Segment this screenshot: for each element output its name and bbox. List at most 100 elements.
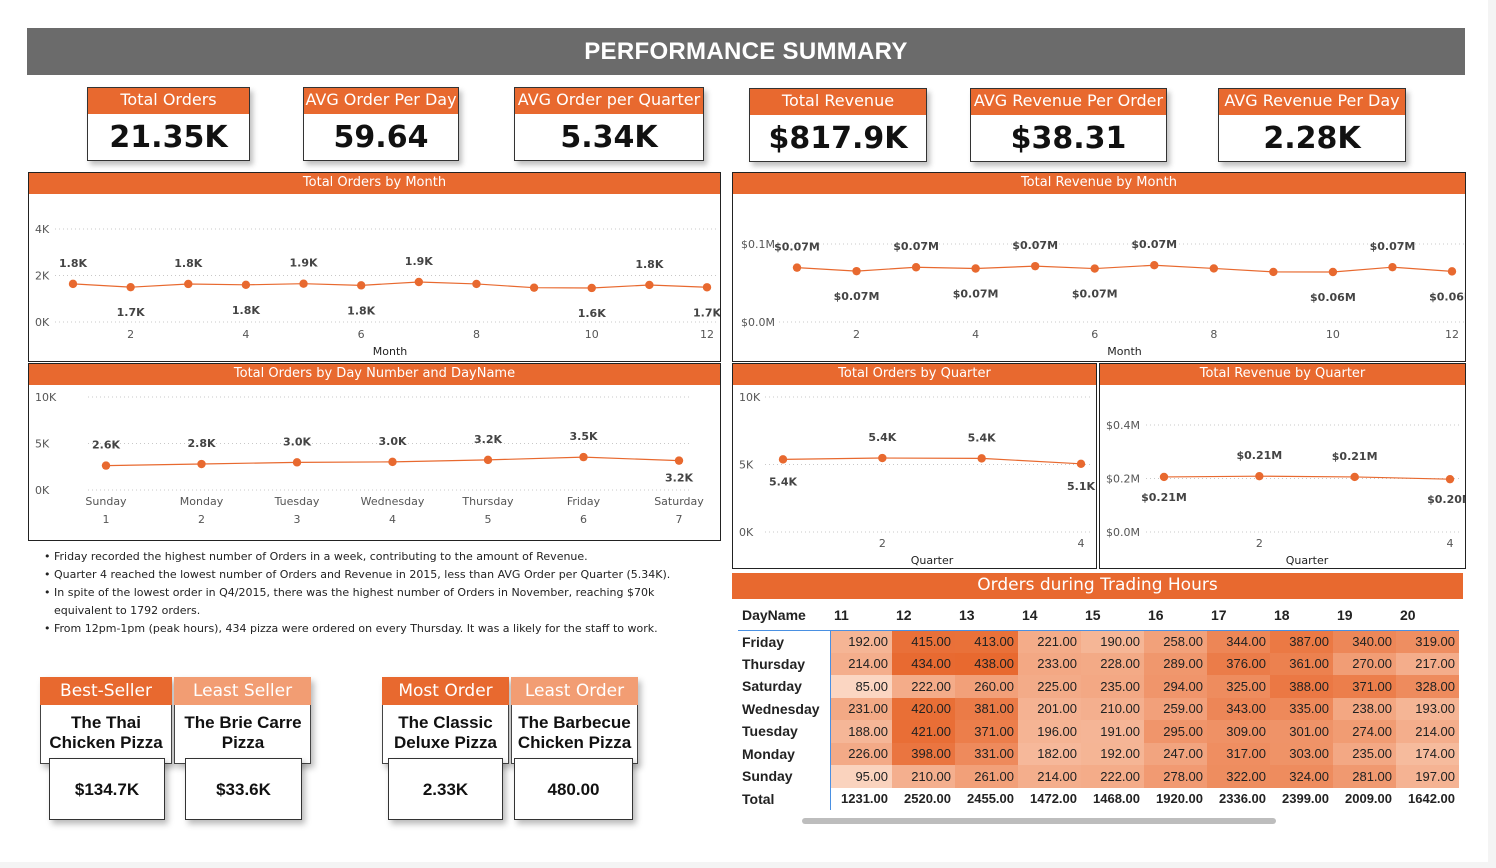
matrix-cell[interactable]: 174.00 — [1396, 742, 1459, 765]
hour-header[interactable]: 13 — [955, 600, 1018, 630]
matrix-cell[interactable]: 371.00 — [1333, 675, 1396, 698]
matrix-cell[interactable]: 415.00 — [892, 629, 955, 653]
matrix-cell[interactable]: 214.00 — [1396, 720, 1459, 743]
matrix-cell[interactable]: 214.00 — [830, 652, 892, 675]
kpi-total-revenue[interactable]: Total Revenue $817.9K — [749, 88, 927, 162]
matrix-cell[interactable]: 340.00 — [1333, 629, 1396, 653]
matrix-cell[interactable]: 294.00 — [1144, 675, 1207, 698]
matrix-cell[interactable]: 231.00 — [830, 697, 892, 720]
chart-orders-by-month[interactable]: Total Orders by Month 0K 2K 4K 2 4 6 8 10 12 Mont… — [28, 172, 721, 362]
matrix-cell[interactable]: 376.00 — [1207, 652, 1270, 675]
matrix-cell[interactable]: 309.00 — [1207, 720, 1270, 743]
matrix-cell[interactable]: 235.00 — [1333, 742, 1396, 765]
matrix-horizontal-scrollbar[interactable] — [802, 818, 1276, 824]
matrix-cell[interactable]: 413.00 — [955, 629, 1018, 653]
matrix-cell[interactable]: 434.00 — [892, 652, 955, 675]
hour-header[interactable]: 16 — [1144, 600, 1207, 630]
matrix-corner-header[interactable]: DayName — [738, 600, 830, 630]
chart-revenue-by-month[interactable]: Total Revenue by Month $0.0M $0.1M 2 4 6 8 10 1… — [732, 172, 1466, 362]
matrix-cell[interactable]: 274.00 — [1333, 720, 1396, 743]
matrix-cell[interactable]: 191.00 — [1081, 720, 1144, 743]
row-day-label[interactable]: Thursday — [738, 652, 831, 675]
matrix-cell[interactable]: 335.00 — [1270, 697, 1333, 720]
matrix-cell[interactable]: 270.00 — [1333, 652, 1396, 675]
matrix-cell[interactable]: 233.00 — [1018, 652, 1081, 675]
row-day-label[interactable]: Wednesday — [738, 697, 831, 720]
matrix-cell[interactable]: 322.00 — [1207, 765, 1270, 788]
chart-orders-by-day[interactable]: Total Orders by Day Number and DayName 0… — [28, 363, 721, 541]
hour-header[interactable]: 17 — [1207, 600, 1270, 630]
matrix-cell[interactable]: 85.00 — [830, 675, 892, 698]
row-day-label[interactable]: Tuesday — [738, 720, 831, 743]
matrix-cell[interactable]: 238.00 — [1333, 697, 1396, 720]
matrix-cell[interactable]: 344.00 — [1207, 629, 1270, 653]
matrix-cell[interactable]: 325.00 — [1207, 675, 1270, 698]
matrix-cell[interactable]: 221.00 — [1018, 629, 1081, 653]
matrix-cell[interactable]: 95.00 — [830, 765, 892, 788]
matrix-cell[interactable]: 192.00 — [830, 629, 892, 653]
matrix-cell[interactable]: 214.00 — [1018, 765, 1081, 788]
matrix-cell[interactable]: 295.00 — [1144, 720, 1207, 743]
matrix-cell[interactable]: 193.00 — [1396, 697, 1459, 720]
matrix-cell[interactable]: 319.00 — [1396, 629, 1459, 653]
matrix-cell[interactable]: 421.00 — [892, 720, 955, 743]
matrix-cell[interactable]: 371.00 — [955, 720, 1018, 743]
matrix-cell[interactable]: 217.00 — [1396, 652, 1459, 675]
matrix-cell[interactable]: 188.00 — [830, 720, 892, 743]
hour-header[interactable]: 12 — [892, 600, 955, 630]
matrix-cell[interactable]: 361.00 — [1270, 652, 1333, 675]
chart-revenue-by-quarter[interactable]: Total Revenue by Quarter $0.0M $0.2M $0.4M… — [1099, 363, 1466, 569]
matrix-cell[interactable]: 226.00 — [830, 742, 892, 765]
matrix-cell[interactable]: 222.00 — [1081, 765, 1144, 788]
matrix-cell[interactable]: 192.00 — [1081, 742, 1144, 765]
hour-header[interactable]: 14 — [1018, 600, 1081, 630]
matrix-cell[interactable]: 258.00 — [1144, 629, 1207, 653]
row-day-label[interactable]: Sunday — [738, 765, 831, 788]
kpi-avg-order-per-day[interactable]: AVG Order Per Day 59.64 — [303, 87, 459, 161]
matrix-cell[interactable]: 261.00 — [955, 765, 1018, 788]
matrix-cell[interactable]: 289.00 — [1144, 652, 1207, 675]
row-day-label[interactable]: Saturday — [738, 675, 831, 698]
matrix-cell[interactable]: 222.00 — [892, 675, 955, 698]
matrix-cell[interactable]: 398.00 — [892, 742, 955, 765]
hour-header[interactable]: 11 — [830, 600, 892, 630]
matrix-cell[interactable]: 438.00 — [955, 652, 1018, 675]
matrix-cell[interactable]: 225.00 — [1018, 675, 1081, 698]
matrix-cell[interactable]: 228.00 — [1081, 652, 1144, 675]
matrix-cell[interactable]: 278.00 — [1144, 765, 1207, 788]
matrix-cell[interactable]: 182.00 — [1018, 742, 1081, 765]
matrix-cell[interactable]: 190.00 — [1081, 629, 1144, 653]
matrix-cell[interactable]: 420.00 — [892, 697, 955, 720]
matrix-cell[interactable]: 260.00 — [955, 675, 1018, 698]
matrix-cell[interactable]: 331.00 — [955, 742, 1018, 765]
matrix-cell[interactable]: 196.00 — [1018, 720, 1081, 743]
matrix-cell[interactable]: 324.00 — [1270, 765, 1333, 788]
kpi-avg-revenue-per-order[interactable]: AVG Revenue Per Order $38.31 — [970, 88, 1167, 162]
hour-header[interactable]: 20 — [1396, 600, 1459, 630]
matrix-cell[interactable]: 201.00 — [1018, 697, 1081, 720]
chart-orders-by-quarter[interactable]: Total Orders by Quarter 0K 5K 10K 2 4 Quarter… — [732, 363, 1097, 569]
trading-hours-matrix[interactable]: DayName 11 12 13 14 15 16 17 18 19 20 Fr… — [738, 600, 1459, 810]
matrix-cell[interactable]: 281.00 — [1333, 765, 1396, 788]
hour-header[interactable]: 15 — [1081, 600, 1144, 630]
kpi-avg-revenue-per-day[interactable]: AVG Revenue Per Day 2.28K — [1218, 88, 1406, 162]
matrix-cell[interactable]: 247.00 — [1144, 742, 1207, 765]
matrix-cell[interactable]: 259.00 — [1144, 697, 1207, 720]
matrix-cell[interactable]: 301.00 — [1270, 720, 1333, 743]
kpi-avg-order-per-quarter[interactable]: AVG Order per Quarter 5.34K — [514, 87, 704, 161]
row-day-label[interactable]: Friday — [738, 629, 831, 653]
matrix-cell[interactable]: 197.00 — [1396, 765, 1459, 788]
matrix-cell[interactable]: 317.00 — [1207, 742, 1270, 765]
matrix-cell[interactable]: 343.00 — [1207, 697, 1270, 720]
hour-header[interactable]: 19 — [1333, 600, 1396, 630]
row-day-label[interactable]: Monday — [738, 742, 831, 765]
matrix-cell[interactable]: 381.00 — [955, 697, 1018, 720]
matrix-cell[interactable]: 235.00 — [1081, 675, 1144, 698]
matrix-cell[interactable]: 210.00 — [1081, 697, 1144, 720]
hour-header[interactable]: 18 — [1270, 600, 1333, 630]
matrix-cell[interactable]: 388.00 — [1270, 675, 1333, 698]
kpi-total-orders[interactable]: Total Orders 21.35K — [87, 87, 250, 161]
matrix-cell[interactable]: 328.00 — [1396, 675, 1459, 698]
matrix-cell[interactable]: 387.00 — [1270, 629, 1333, 653]
matrix-cell[interactable]: 303.00 — [1270, 742, 1333, 765]
